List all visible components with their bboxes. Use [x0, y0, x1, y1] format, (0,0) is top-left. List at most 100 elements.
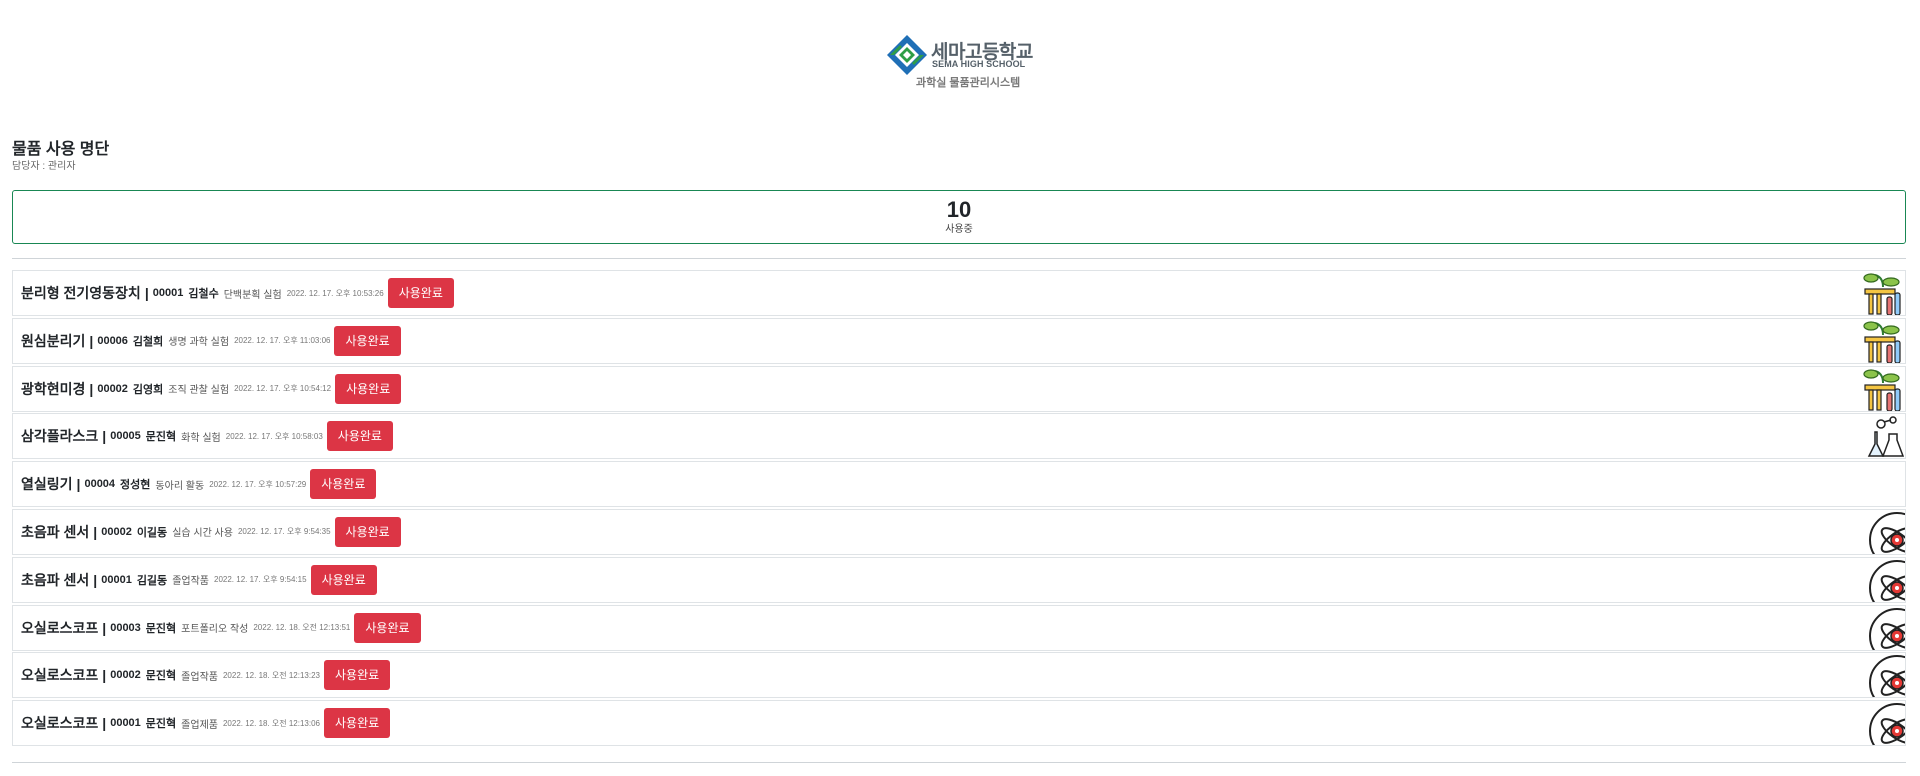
item-number: 00001 [110, 717, 141, 730]
item-name: 오실로스코프 [21, 619, 99, 636]
item-name: 원심분리기 [21, 332, 86, 349]
school-name-english: SEMA HIGH SCHOOL [932, 59, 1026, 69]
usage-timestamp: 2022. 12. 18. 오전 12:13:06 [222, 718, 320, 728]
usage-purpose: 동아리 활동 [155, 480, 205, 492]
usage-row: 분리형 전기영동장치 | 00001 김철수 단백분획 실험 2022. 12. 17. … [12, 270, 1906, 316]
item-number: 00002 [101, 525, 132, 538]
usage-row: 초음파 센서 | 00002 이길동 실습 시간 사용 2022. 12. 17. 오후 … [12, 508, 1906, 555]
usage-row: 열실링기 | 00004 정성현 동아리 활동 2022. 12. 17. 오후 10:5… [12, 461, 1906, 508]
complete-use-button[interactable]: 사용완료 [354, 612, 421, 643]
plant-test-tube-icon [1861, 319, 1905, 363]
separator: | [102, 715, 107, 732]
complete-use-button[interactable]: 사용완료 [334, 516, 401, 547]
item-number: 00003 [110, 621, 141, 634]
divider [12, 258, 1906, 259]
user-name: 문진혁 [145, 431, 177, 444]
system-name: 과학실 물품관리시스템 [916, 77, 1021, 89]
chemistry-flask-icon [1861, 414, 1905, 458]
manager-label: 담당자 : 관리자 [12, 161, 76, 172]
item-number: 00004 [84, 478, 116, 491]
complete-use-button[interactable]: 사용완료 [310, 564, 377, 595]
usage-purpose: 화학 실험 [181, 432, 221, 444]
usage-purpose: 졸업제품 [181, 719, 218, 731]
usage-row: 원심분리기 | 00006 김철희 생명 과학 실험 2022. 12. 17. 오후 1… [12, 317, 1906, 364]
complete-use-button[interactable]: 사용완료 [387, 278, 454, 308]
page-title: 물품 사용 명단 [12, 141, 110, 158]
usage-timestamp: 2022. 12. 17. 오후 10:57:29 [209, 479, 307, 489]
usage-purpose: 졸업작품 [181, 671, 218, 683]
separator: | [144, 285, 149, 301]
separator: | [102, 667, 107, 684]
usage-purpose: 포트폴리오 작성 [181, 624, 249, 636]
complete-use-button[interactable]: 사용완료 [326, 421, 393, 452]
item-number: 00002 [97, 382, 128, 395]
usage-purpose: 실습 시간 사용 [172, 528, 233, 540]
item-name: 분리형 전기영동장치 [21, 285, 141, 301]
usage-list: 분리형 전기영동장치 | 00001 김철수 단백분획 실험 2022. 12. 17. … [12, 270, 1906, 748]
item-number: 00001 [152, 287, 184, 299]
usage-purpose: 생명 과학 실험 [168, 337, 230, 349]
user-name: 이길동 [136, 526, 168, 539]
separator: | [93, 571, 98, 588]
complete-use-button[interactable]: 사용완료 [335, 373, 402, 404]
atom-icon [1861, 510, 1905, 554]
complete-use-button[interactable]: 사용완료 [324, 708, 391, 739]
atom-icon [1861, 606, 1905, 650]
usage-row: 삼각플라스크 | 00005 문진혁 화학 실험 2022. 12. 17. 오후 10:… [12, 413, 1906, 460]
usage-timestamp: 2022. 12. 17. 오후 10:53:26 [286, 288, 384, 298]
plant-test-tube-icon [1861, 367, 1905, 411]
separator: | [102, 619, 107, 636]
atom-icon [1861, 701, 1905, 746]
separator: | [102, 428, 107, 445]
complete-use-button[interactable]: 사용완료 [324, 660, 391, 691]
item-number: 00001 [101, 573, 132, 586]
usage-timestamp: 2022. 12. 18. 오전 12:13:23 [222, 670, 320, 680]
usage-timestamp: 2022. 12. 17. 오후 9:54:35 [237, 527, 331, 537]
user-name: 김철희 [132, 335, 164, 348]
separator: | [89, 380, 94, 397]
school-emblem-icon [887, 35, 927, 75]
usage-purpose: 졸업작품 [172, 576, 209, 588]
usage-row: 초음파 센서 | 00001 김길동 졸업작품 2022. 12. 17. 오후 9:54… [12, 556, 1906, 603]
separator: | [93, 523, 98, 540]
user-name: 문진혁 [145, 670, 177, 683]
usage-purpose: 조직 관찰 실험 [168, 385, 230, 397]
usage-timestamp: 2022. 12. 17. 오후 10:58:03 [225, 431, 323, 441]
in-use-summary: 10 사용중 [12, 190, 1906, 244]
item-name: 열실링기 [21, 476, 73, 493]
user-name: 문진혁 [145, 622, 177, 635]
usage-row: 오실로스코프 | 00002 문진혁 졸업작품 2022. 12. 18. 오전 12:1… [12, 652, 1906, 699]
separator: | [89, 332, 94, 349]
usage-row: 광학현미경 | 00002 김영희 조직 관찰 실험 2022. 12. 17. 오후 1… [12, 365, 1906, 412]
item-name: 오실로스코프 [21, 715, 99, 732]
header: 세마고등학교 SEMA HIGH SCHOOL 과학실 물품관리시스템 [0, 34, 1920, 92]
user-name: 정성현 [120, 479, 151, 492]
complete-use-button[interactable]: 사용완료 [334, 325, 401, 356]
separator: | [76, 476, 81, 493]
usage-timestamp: 2022. 12. 17. 오후 9:54:15 [214, 575, 307, 585]
usage-timestamp: 2022. 12. 17. 오후 11:03:06 [234, 336, 331, 346]
school-logo[interactable]: 세마고등학교 SEMA HIGH SCHOOL 과학실 물품관리시스템 [886, 34, 1033, 92]
item-name: 광학현미경 [21, 380, 86, 397]
in-use-label: 사용중 [945, 224, 973, 235]
usage-timestamp: 2022. 12. 18. 오전 12:13:51 [253, 623, 351, 633]
item-name: 삼각플라스크 [21, 428, 99, 445]
usage-purpose: 단백분획 실험 [223, 289, 282, 301]
user-name: 문진혁 [145, 718, 177, 731]
user-name: 김철수 [188, 288, 219, 300]
user-name: 김길동 [136, 574, 168, 587]
usage-row: 오실로스코프 | 00003 문진혁 포트폴리오 작성 2022. 12. 18. 오전 … [12, 604, 1906, 651]
item-name: 초음파 센서 [21, 523, 90, 540]
item-name: 초음파 센서 [21, 571, 90, 588]
complete-use-button[interactable]: 사용완료 [310, 469, 377, 500]
user-name: 김영희 [132, 383, 164, 396]
plant-test-tube-icon [1861, 271, 1905, 315]
item-number: 00005 [110, 430, 141, 443]
item-name: 오실로스코프 [21, 667, 99, 684]
usage-timestamp: 2022. 12. 17. 오후 10:54:12 [234, 384, 332, 394]
item-number: 00006 [97, 334, 128, 347]
usage-row: 오실로스코프 | 00001 문진혁 졸업제품 2022. 12. 18. 오전 12:1… [12, 700, 1906, 747]
in-use-count: 10 [946, 197, 972, 222]
atom-icon [1861, 653, 1905, 698]
item-number: 00002 [110, 669, 141, 682]
